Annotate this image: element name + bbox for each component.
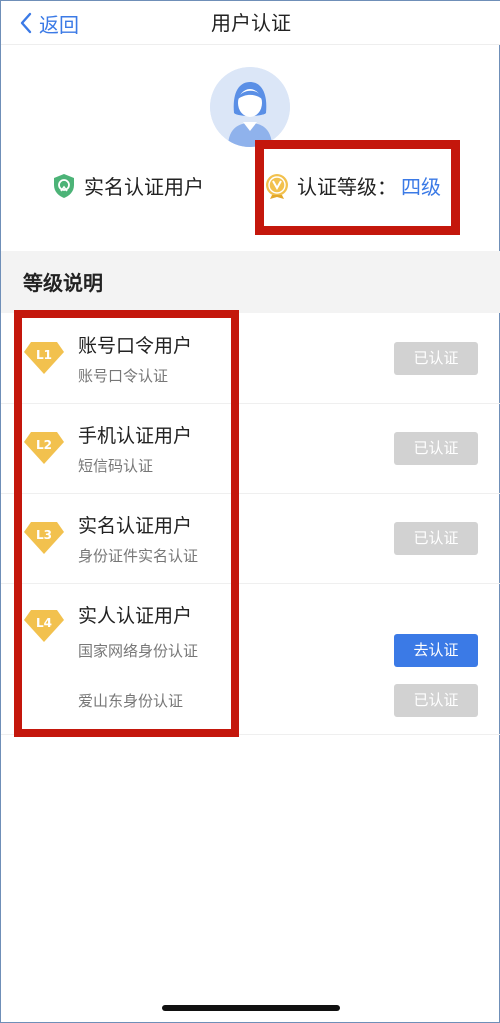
badge-text: L3 <box>36 528 52 542</box>
status-row: 实名认证用户 认证等级： 四级 <box>1 140 500 235</box>
level-title: 账号口令用户 <box>78 335 193 357</box>
level-highlight-box <box>255 140 460 235</box>
method-label: 身份证件实名认证 <box>78 547 199 565</box>
level-badge-l3: L3 <box>23 520 65 556</box>
section-title: 等级说明 <box>23 271 103 295</box>
verified-status: 实名认证用户 <box>53 171 204 200</box>
level-badge-l1: L1 <box>23 340 65 376</box>
method-label: 爱山东身份认证 <box>78 692 184 710</box>
verified-button[interactable]: 已认证 <box>394 342 478 375</box>
method-label: 账号口令认证 <box>78 367 169 385</box>
method-label: 短信码认证 <box>78 457 154 475</box>
nav-bar: 返回 用户认证 <box>1 1 500 45</box>
level-title: 实人认证用户 <box>78 605 193 627</box>
page-title: 用户认证 <box>211 11 291 35</box>
level-row-l2: L2 手机认证用户 短信码认证 已认证 <box>1 404 500 494</box>
verified-button[interactable]: 已认证 <box>394 522 478 555</box>
badge-text: L1 <box>36 348 52 362</box>
go-verify-button[interactable]: 去认证 <box>394 634 478 667</box>
level-badge-l2: L2 <box>23 430 65 466</box>
level-title: 手机认证用户 <box>78 425 193 447</box>
home-indicator <box>162 1005 340 1011</box>
verified-button[interactable]: 已认证 <box>394 432 478 465</box>
avatar <box>210 67 290 147</box>
level-list: L1 账号口令用户 账号口令认证 已认证 L2 手机认证用户 短信码认证 已认证… <box>1 313 500 735</box>
method-label: 国家网络身份认证 <box>78 642 199 660</box>
diamond-badge-icon: L1 <box>24 342 64 374</box>
diamond-badge-icon: L2 <box>24 432 64 464</box>
level-badge-l4: L4 <box>23 608 65 644</box>
diamond-badge-icon: L3 <box>24 522 64 554</box>
shield-icon <box>54 173 74 198</box>
section-header: 等级说明 <box>1 251 500 313</box>
user-avatar-icon <box>210 67 290 147</box>
diamond-badge-icon: L4 <box>24 610 64 642</box>
verified-button[interactable]: 已认证 <box>394 684 478 717</box>
level-row-l3: L3 实名认证用户 身份证件实名认证 已认证 <box>1 494 500 584</box>
badge-text: L4 <box>36 616 52 630</box>
verified-label: 实名认证用户 <box>84 175 204 199</box>
level-row-l1: L1 账号口令用户 账号口令认证 已认证 <box>1 313 500 404</box>
badge-text: L2 <box>36 438 52 452</box>
level-row-l4: L4 实人认证用户 国家网络身份认证 去认证 爱山东身份认证 已认证 <box>1 584 500 735</box>
level-title: 实名认证用户 <box>78 515 193 537</box>
